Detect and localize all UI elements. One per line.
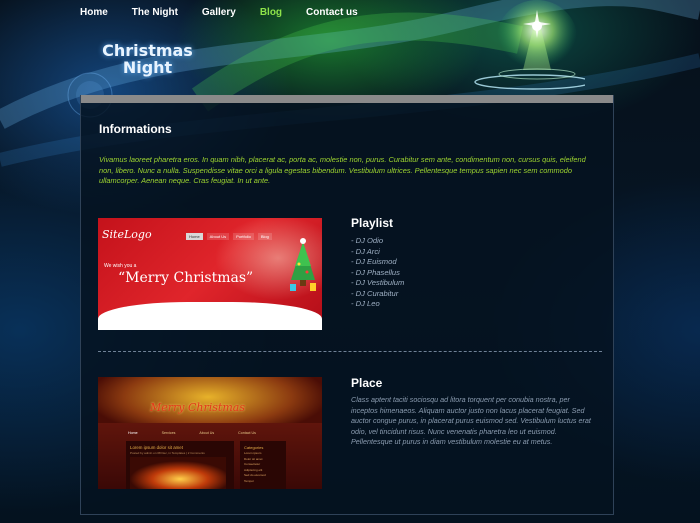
template-thumbnail-2[interactable]: Merry Christmas Home Services About Us C… [98, 377, 322, 489]
list-item: - DJ Vestibulum [351, 278, 405, 287]
playlist-list: - DJ Odio - DJ Arci - DJ Euismod - DJ Ph… [351, 236, 404, 310]
nav-contact-us[interactable]: Contact us [306, 7, 358, 18]
nav-blog[interactable]: Blog [260, 7, 282, 18]
intro-paragraph: Vivamus laoreet pharetra eros. In quam n… [99, 155, 586, 185]
list-item: - DJ Odio [351, 236, 384, 245]
main-nav: Home The Night Gallery Blog Contact us [80, 7, 382, 18]
list-item: - DJ Euismod [351, 257, 397, 266]
thumb2-fireplace-image [130, 457, 226, 489]
playlist-heading: Playlist [351, 216, 394, 230]
list-item: - DJ Curabitur [351, 288, 399, 298]
thumb1-nav-portfolio: Portfolio [233, 233, 254, 240]
thumb1-snow [98, 302, 322, 330]
nav-the-night[interactable]: The Night [132, 7, 178, 18]
thumb1-sitelogo: SiteLogo [102, 228, 152, 241]
thumb2-nav-home: Home [128, 431, 138, 435]
list-item: Tempor [244, 478, 255, 483]
thumb2-banner-text: Merry Christmas [150, 401, 245, 414]
nav-home[interactable]: Home [80, 7, 108, 18]
thumb2-post-title: Lorem ipsum dolor sit amet [130, 445, 183, 450]
panel-top-bar [81, 95, 613, 103]
christmas-tree-icon [290, 238, 316, 291]
logo-line-2: Night [122, 58, 173, 77]
template-thumbnail-1[interactable]: SiteLogo Home About Us Portfolio Blog We… [98, 218, 322, 330]
list-item: - DJ Arci [351, 246, 380, 256]
list-item: - DJ Phasellus [351, 267, 400, 277]
thumb2-nav-services: Services [161, 431, 176, 435]
thumb1-nav: Home About Us Portfolio Blog [186, 233, 272, 240]
thumb2-categories-title: Categories [244, 445, 264, 450]
nav-gallery[interactable]: Gallery [202, 7, 236, 18]
thumb2-nav-contact: Contact Us [238, 431, 256, 435]
section-divider [98, 351, 602, 352]
thumb2-categories-list: Lorem ipsum Dolor sit amet Consectetur A… [244, 451, 266, 484]
informations-heading: Informations [99, 122, 172, 136]
thumb1-nav-home: Home [186, 233, 203, 240]
site-logo[interactable]: Christmas Night [100, 42, 195, 76]
thumb2-nav: Home Services About Us Contact Us [128, 431, 256, 435]
thumb1-merry-text: “Merry Christmas” [118, 270, 254, 286]
logo-line-1: Christmas [102, 41, 193, 60]
thumb2-banner [98, 377, 322, 423]
thumb2-post-meta: Posted by admin on 08 Dec, in Templates … [130, 451, 205, 455]
thumb2-nav-about: About Us [199, 431, 215, 435]
list-item: - DJ Leo [351, 299, 380, 308]
thumb1-wish-text: We wish you a [104, 263, 137, 269]
place-heading: Place [351, 376, 383, 390]
list-item: Sed do eiusmod [244, 473, 266, 477]
place-paragraph: Class aptent taciti sociosqu ad litora t… [351, 395, 591, 446]
thumb1-nav-blog: Blog [257, 233, 272, 240]
christmas-tree-ornament-icon [474, 0, 585, 90]
thumb1-nav-about: About Us [206, 233, 230, 240]
content-panel: Informations Vivamus laoreet pharetra er… [80, 95, 614, 515]
